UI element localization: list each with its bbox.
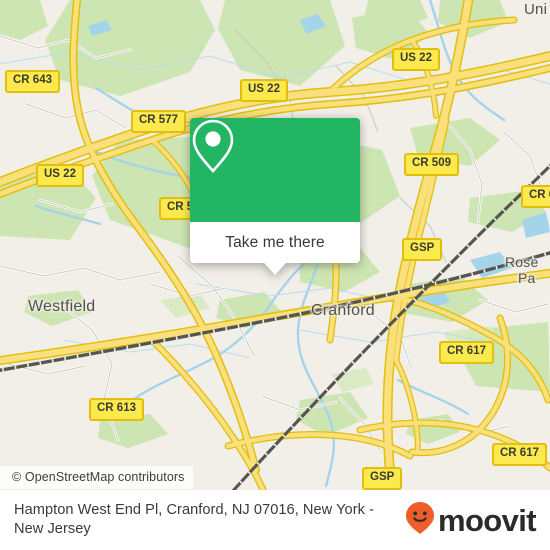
road-shield-cr-509[interactable]: CR 509: [404, 153, 459, 176]
road-shield-gsp-south[interactable]: GSP: [362, 467, 403, 490]
moovit-smiley-pin-icon: [405, 501, 435, 540]
road-shield-cr-617-north[interactable]: CR 617: [439, 341, 494, 364]
popup-header: [190, 118, 360, 222]
destination-popup-card[interactable]: Take me there: [190, 118, 360, 275]
road-shield-us-22-west[interactable]: US 22: [36, 164, 84, 187]
moovit-wordmark: moovit: [437, 502, 537, 538]
road-shield-cr-577[interactable]: CR 577: [131, 110, 186, 133]
road-shield-cr-617-south[interactable]: CR 617: [492, 443, 547, 466]
road-shield-cr-613[interactable]: CR 613: [89, 398, 144, 421]
road-shield-cr-6[interactable]: CR 6: [521, 185, 550, 208]
popup-footer[interactable]: Take me there: [190, 222, 360, 275]
road-shield-us-22-north[interactable]: US 22: [392, 48, 440, 71]
map-canvas[interactable]: Uni Westfield Cranford Rose Pa CR 643 CR…: [0, 0, 550, 490]
take-me-there-label: Take me there: [225, 233, 325, 251]
moovit-logo[interactable]: moovit: [405, 501, 537, 540]
road-shield-cr-643[interactable]: CR 643: [5, 70, 60, 93]
road-shield-us-22-center[interactable]: US 22: [240, 79, 288, 102]
osm-attribution[interactable]: © OpenStreetMap contributors: [0, 466, 193, 489]
footer-bar: Hampton West End Pl, Cranford, NJ 07016,…: [0, 490, 550, 550]
address-text: Hampton West End Pl, Cranford, NJ 07016,…: [14, 502, 374, 537]
popup-pointer: [264, 263, 286, 275]
road-shield-gsp-north[interactable]: GSP: [402, 238, 443, 261]
map-screenshot-root: Uni Westfield Cranford Rose Pa CR 643 CR…: [0, 0, 550, 550]
